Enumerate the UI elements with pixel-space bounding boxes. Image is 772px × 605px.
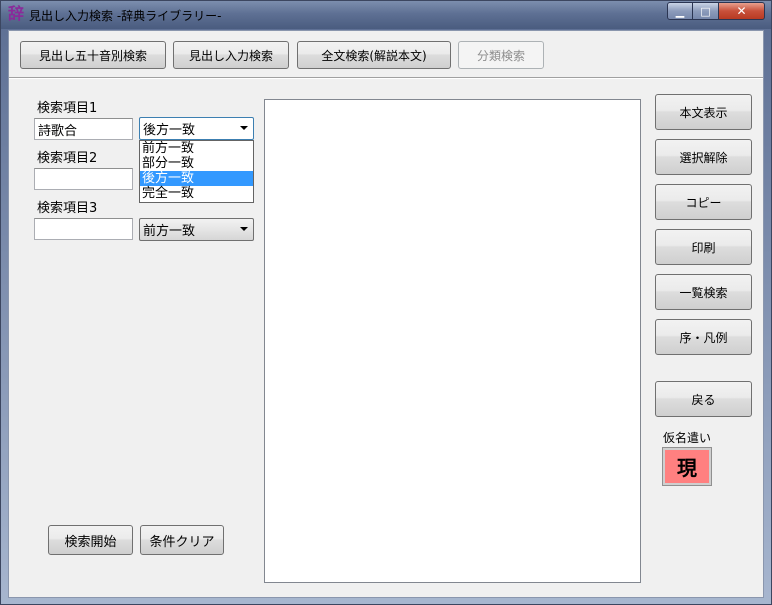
match-option-partial[interactable]: 部分一致 xyxy=(140,156,253,171)
dictionary-app-icon: 辞 xyxy=(7,4,24,23)
match-option-suffix[interactable]: 後方一致 xyxy=(140,171,253,186)
back-button[interactable]: 戻る xyxy=(655,381,752,417)
search-item3-match-value: 前方一致 xyxy=(143,224,196,239)
search-item2-label: 検索項目2 xyxy=(37,151,98,166)
show-body-button[interactable]: 本文表示 xyxy=(655,94,752,130)
gojuon-search-button[interactable]: 見出し五十音別検索 xyxy=(20,41,166,69)
fulltext-search-button[interactable]: 全文検索(解説本文) xyxy=(297,41,451,69)
app-window: 辞 見出し入力検索 -辞典ライブラリー- ▁ □ ✕ 見出し五十音別検索 見出し… xyxy=(0,0,772,605)
search-item3-match-select[interactable]: 前方一致 xyxy=(139,218,254,241)
match-dropdown-list: 前方一致 部分一致 後方一致 完全一致 xyxy=(139,140,254,203)
deselect-button[interactable]: 選択解除 xyxy=(655,139,752,175)
minimize-icon: ▁ xyxy=(675,4,685,18)
results-list[interactable] xyxy=(264,99,641,583)
search-item1-match-select[interactable]: 後方一致 xyxy=(139,117,254,140)
client-area: 見出し五十音別検索 見出し入力検索 全文検索(解説本文) 分類検索 検索項目1 … xyxy=(8,30,764,598)
search-start-button[interactable]: 検索開始 xyxy=(48,525,133,555)
kana-usage-label: 仮名遣い xyxy=(663,431,712,445)
close-icon: ✕ xyxy=(736,4,747,18)
search-item2-input[interactable] xyxy=(34,168,133,190)
window-title: 見出し入力検索 -辞典ライブラリー- xyxy=(29,9,222,23)
close-button[interactable]: ✕ xyxy=(719,2,765,20)
print-button[interactable]: 印刷 xyxy=(655,229,752,265)
maximize-icon: □ xyxy=(700,4,711,18)
search-item1-match-value: 後方一致 xyxy=(143,123,196,138)
chevron-down-icon xyxy=(240,126,248,130)
heading-input-search-button[interactable]: 見出し入力検索 xyxy=(173,41,289,69)
caption-buttons: ▁ □ ✕ xyxy=(667,2,765,20)
copy-button[interactable]: コピー xyxy=(655,184,752,220)
match-option-exact[interactable]: 完全一致 xyxy=(140,186,253,201)
minimize-button[interactable]: ▁ xyxy=(667,2,693,20)
chevron-down-icon xyxy=(240,227,248,231)
list-search-button[interactable]: 一覧検索 xyxy=(655,274,752,310)
preface-button[interactable]: 序・凡例 xyxy=(655,319,752,355)
search-item1-input[interactable]: 詩歌合 xyxy=(34,118,133,140)
category-search-button[interactable]: 分類検索 xyxy=(458,41,544,69)
match-option-prefix[interactable]: 前方一致 xyxy=(140,141,253,156)
maximize-button[interactable]: □ xyxy=(693,2,719,20)
search-item3-input[interactable] xyxy=(34,218,133,240)
kana-usage-toggle[interactable]: 現 xyxy=(662,447,712,486)
toolbar-divider xyxy=(9,77,763,79)
clear-conditions-button[interactable]: 条件クリア xyxy=(140,525,224,555)
search-item1-label: 検索項目1 xyxy=(37,101,98,116)
search-item3-label: 検索項目3 xyxy=(37,201,98,216)
title-bar[interactable]: 辞 見出し入力検索 -辞典ライブラリー- ▁ □ ✕ xyxy=(1,1,771,29)
